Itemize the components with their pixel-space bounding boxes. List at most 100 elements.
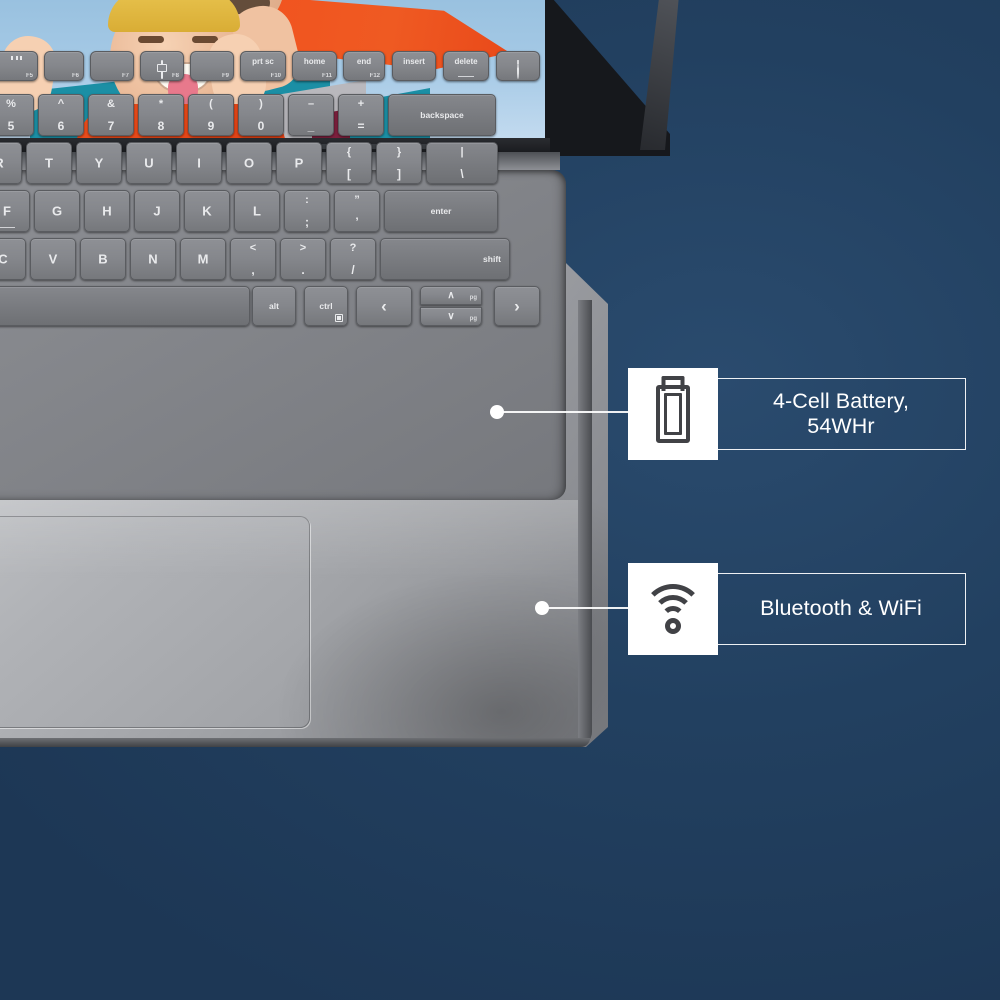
key-shift-label: > bbox=[299, 242, 307, 254]
key-[[interactable]: {[ bbox=[326, 142, 372, 184]
key-fn-F7[interactable]: F7 bbox=[90, 51, 134, 81]
key-label: V bbox=[48, 251, 58, 267]
key-8[interactable]: * 8 bbox=[138, 94, 184, 136]
callout-leader-line-connectivity bbox=[542, 607, 632, 609]
wallpaper-hair-front bbox=[108, 0, 240, 32]
key-shift-label: | bbox=[460, 146, 464, 158]
key-][interactable]: }] bbox=[376, 142, 422, 184]
key-fn-sublabel: F9 bbox=[221, 73, 229, 79]
callout-battery: 4-Cell Battery, 54WHr bbox=[628, 368, 966, 460]
key-fn-F9[interactable]: F9 bbox=[190, 51, 234, 81]
key-fn-f10[interactable] bbox=[496, 51, 540, 81]
key-I[interactable]: I bbox=[176, 142, 222, 184]
key-_[interactable]: – _ bbox=[288, 94, 334, 136]
key-5[interactable]: % 5 bbox=[0, 94, 34, 136]
key-fn-home[interactable]: home F11 bbox=[292, 51, 337, 81]
key-,[interactable]: <, bbox=[230, 238, 276, 280]
key-label: G bbox=[51, 203, 63, 219]
key-spacebar[interactable] bbox=[0, 286, 250, 326]
key-U[interactable]: U bbox=[126, 142, 172, 184]
key-fn-F6[interactable]: F6 bbox=[44, 51, 84, 81]
key-arrow-right[interactable]: › bbox=[494, 286, 540, 326]
key-label: = bbox=[357, 119, 365, 133]
key-fn-sublabel: F5 bbox=[25, 73, 33, 79]
key-M[interactable]: M bbox=[180, 238, 226, 280]
key-F[interactable]: F bbox=[0, 190, 30, 232]
key-label: O bbox=[243, 155, 255, 171]
key-label: [ bbox=[347, 167, 351, 181]
menu-icon bbox=[335, 314, 343, 322]
callout-anchor-dot-battery bbox=[490, 405, 504, 419]
key-label: 9 bbox=[207, 119, 215, 133]
key-label: H bbox=[102, 203, 112, 219]
key-V[interactable]: V bbox=[30, 238, 76, 280]
wallpaper-eye-left bbox=[138, 36, 164, 43]
key-fn-sublabel: F11 bbox=[321, 73, 332, 79]
callout-anchor-dot-connectivity bbox=[535, 601, 549, 615]
callout-battery-label: 4-Cell Battery, 54WHr bbox=[716, 378, 966, 450]
key-B[interactable]: B bbox=[80, 238, 126, 280]
key-arrow-up[interactable]: ∧ pg bbox=[420, 286, 482, 305]
key-arrow-left[interactable]: ‹ bbox=[356, 286, 412, 326]
callout-connectivity-label: Bluetooth & WiFi bbox=[716, 573, 966, 645]
key-arrow-down[interactable]: ∨ pg bbox=[420, 307, 482, 326]
key-arrow-sublabel: pg bbox=[469, 295, 477, 301]
key-label: M bbox=[197, 251, 209, 267]
key-=[interactable]: + = bbox=[338, 94, 384, 136]
key-shift-label: < bbox=[249, 242, 257, 254]
deck-bottom-edge bbox=[0, 738, 590, 747]
key-shift[interactable]: shift bbox=[380, 238, 510, 280]
key-’[interactable]: ”’ bbox=[334, 190, 380, 232]
key-9[interactable]: (9 bbox=[188, 94, 234, 136]
key-label: J bbox=[153, 203, 161, 219]
key-P[interactable]: P bbox=[276, 142, 322, 184]
key-7[interactable]: & 7 bbox=[88, 94, 134, 136]
key-label: P bbox=[294, 155, 304, 171]
key-fn-F8[interactable]: F8 bbox=[140, 51, 184, 81]
key-K[interactable]: K bbox=[184, 190, 230, 232]
key-fn-F5[interactable]: F5 bbox=[0, 51, 38, 81]
key-label: delete bbox=[454, 57, 478, 66]
key-.[interactable]: >. bbox=[280, 238, 326, 280]
key-R[interactable]: R bbox=[0, 142, 22, 184]
key-G[interactable]: G bbox=[34, 190, 80, 232]
key-H[interactable]: H bbox=[84, 190, 130, 232]
callout-connectivity: Bluetooth & WiFi bbox=[628, 563, 966, 655]
key-label: ] bbox=[397, 167, 401, 181]
key-;[interactable]: :; bbox=[284, 190, 330, 232]
key-label: ; bbox=[305, 215, 309, 229]
key-shift-label: } bbox=[396, 146, 402, 158]
key-shift-label: : bbox=[305, 194, 309, 206]
key-0[interactable]: ) 0 bbox=[238, 94, 284, 136]
key-label: 6 bbox=[57, 119, 65, 133]
key-shift-label: & bbox=[107, 98, 115, 110]
key-label: 5 bbox=[7, 119, 15, 133]
key-N[interactable]: N bbox=[130, 238, 176, 280]
key-fn-end[interactable]: end F12 bbox=[343, 51, 385, 81]
key-fn-sublabel: F7 bbox=[121, 73, 129, 79]
key-\[interactable]: | \ bbox=[426, 142, 498, 184]
key-homing-bar bbox=[0, 226, 15, 228]
key-label: R bbox=[0, 156, 21, 171]
key-fn-insert[interactable]: insert bbox=[392, 51, 436, 81]
key-L[interactable]: L bbox=[234, 190, 280, 232]
key-fn-delete[interactable]: delete bbox=[443, 51, 489, 81]
key-label: insert bbox=[403, 57, 425, 66]
key-alt[interactable]: alt bbox=[252, 286, 296, 326]
key-label: I bbox=[197, 155, 201, 171]
key-ctrl[interactable]: ctrl bbox=[304, 286, 348, 326]
key-J[interactable]: J bbox=[134, 190, 180, 232]
key-fn-prt sc[interactable]: prt sc F10 bbox=[240, 51, 286, 81]
key-6[interactable]: ^ 6 bbox=[38, 94, 84, 136]
key-shift-label: ? bbox=[349, 242, 357, 254]
key-label: N bbox=[148, 251, 158, 267]
key-backspace[interactable]: backspace bbox=[388, 94, 496, 136]
key-C[interactable]: C bbox=[0, 238, 26, 280]
key-Y[interactable]: Y bbox=[76, 142, 122, 184]
key-O[interactable]: O bbox=[226, 142, 272, 184]
key-enter[interactable]: enter bbox=[384, 190, 498, 232]
key-/[interactable]: ? / bbox=[330, 238, 376, 280]
key-label: backspace bbox=[420, 110, 464, 120]
key-T[interactable]: T bbox=[26, 142, 72, 184]
key-label: alt bbox=[269, 301, 279, 311]
